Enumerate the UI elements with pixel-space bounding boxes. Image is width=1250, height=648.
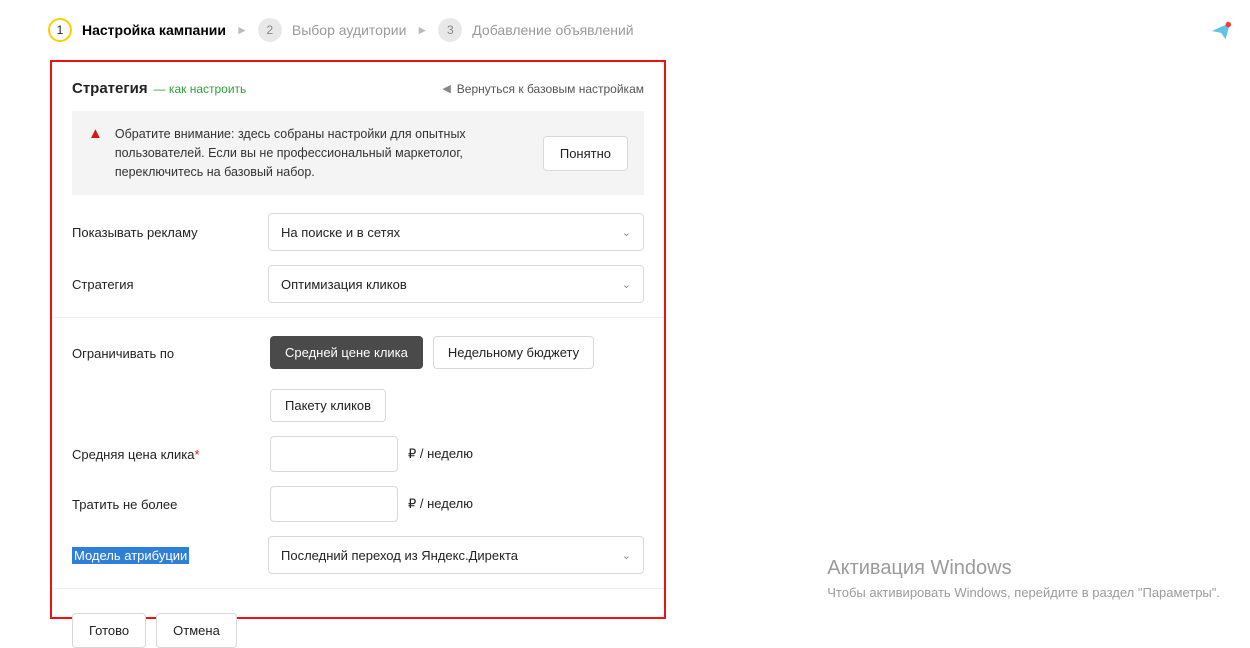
cancel-button[interactable]: Отмена xyxy=(156,613,237,648)
chevron-down-icon: ⌄ xyxy=(622,549,631,562)
required-mark: * xyxy=(194,447,199,462)
spend-max-unit: ₽ / неделю xyxy=(408,496,473,512)
strategy-value: Оптимизация кликов xyxy=(281,277,407,292)
watermark-title: Активация Windows xyxy=(827,557,1220,580)
panel-subtitle-link[interactable]: — как настроить xyxy=(154,82,247,96)
chevron-left-icon: ◀ xyxy=(442,82,450,95)
limit-option-avg-cpc[interactable]: Средней цене клика xyxy=(270,336,423,369)
back-to-basic-link[interactable]: ◀ Вернуться к базовым настройкам xyxy=(442,82,644,96)
limit-option-click-package[interactable]: Пакету кликов xyxy=(270,389,386,422)
limit-by-label: Ограничивать по xyxy=(72,336,270,361)
panel-title: Стратегия xyxy=(72,80,148,97)
strategy-select[interactable]: Оптимизация кликов ⌄ xyxy=(268,265,644,303)
step-3-label[interactable]: Добавление объявлений xyxy=(472,22,633,38)
back-label: Вернуться к базовым настройкам xyxy=(457,82,644,96)
warning-icon: ▲ xyxy=(88,125,103,143)
limit-option-weekly-budget[interactable]: Недельному бюджету xyxy=(433,336,594,369)
avg-cpc-unit: ₽ / неделю xyxy=(408,446,473,462)
step-1-label[interactable]: Настройка кампании xyxy=(82,22,226,38)
notice-ok-button[interactable]: Понятно xyxy=(543,136,628,171)
step-2-label[interactable]: Выбор аудитории xyxy=(292,22,407,38)
notice-text: Обратите внимание: здесь собраны настрой… xyxy=(115,125,475,181)
avg-cpc-input[interactable] xyxy=(270,436,398,472)
attribution-select[interactable]: Последний переход из Яндекс.Директа ⌄ xyxy=(268,536,644,574)
watermark-text: Чтобы активировать Windows, перейдите в … xyxy=(827,584,1220,602)
advanced-notice: ▲ Обратите внимание: здесь собраны настр… xyxy=(72,111,644,195)
step-2-circle[interactable]: 2 xyxy=(258,18,282,42)
avg-cpc-label: Средняя цена клика* xyxy=(72,447,200,462)
separator xyxy=(52,588,664,589)
show-ads-select[interactable]: На поиске и в сетях ⌄ xyxy=(268,213,644,251)
windows-activation-watermark: Активация Windows Чтобы активировать Win… xyxy=(827,557,1220,602)
strategy-panel: Стратегия — как настроить ◀ Вернуться к … xyxy=(50,60,666,619)
chevron-right-icon: ► xyxy=(416,23,428,37)
step-1-circle[interactable]: 1 xyxy=(48,18,72,42)
step-3-circle[interactable]: 3 xyxy=(438,18,462,42)
spend-max-input[interactable] xyxy=(270,486,398,522)
paper-plane-icon[interactable] xyxy=(1210,20,1232,42)
show-ads-label: Показывать рекламу xyxy=(72,225,268,240)
done-button[interactable]: Готово xyxy=(72,613,146,648)
separator xyxy=(52,317,664,318)
breadcrumb: 1 Настройка кампании ► 2 Выбор аудитории… xyxy=(0,0,1250,60)
spend-max-label: Тратить не более xyxy=(72,497,270,512)
chevron-down-icon: ⌄ xyxy=(622,226,631,239)
panel-header: Стратегия — как настроить ◀ Вернуться к … xyxy=(72,80,644,97)
attribution-value: Последний переход из Яндекс.Директа xyxy=(281,548,518,563)
show-ads-value: На поиске и в сетях xyxy=(281,225,400,240)
chevron-down-icon: ⌄ xyxy=(622,278,631,291)
chevron-right-icon: ► xyxy=(236,23,248,37)
strategy-label: Стратегия xyxy=(72,277,268,292)
attribution-label: Модель атрибуции xyxy=(72,547,189,564)
